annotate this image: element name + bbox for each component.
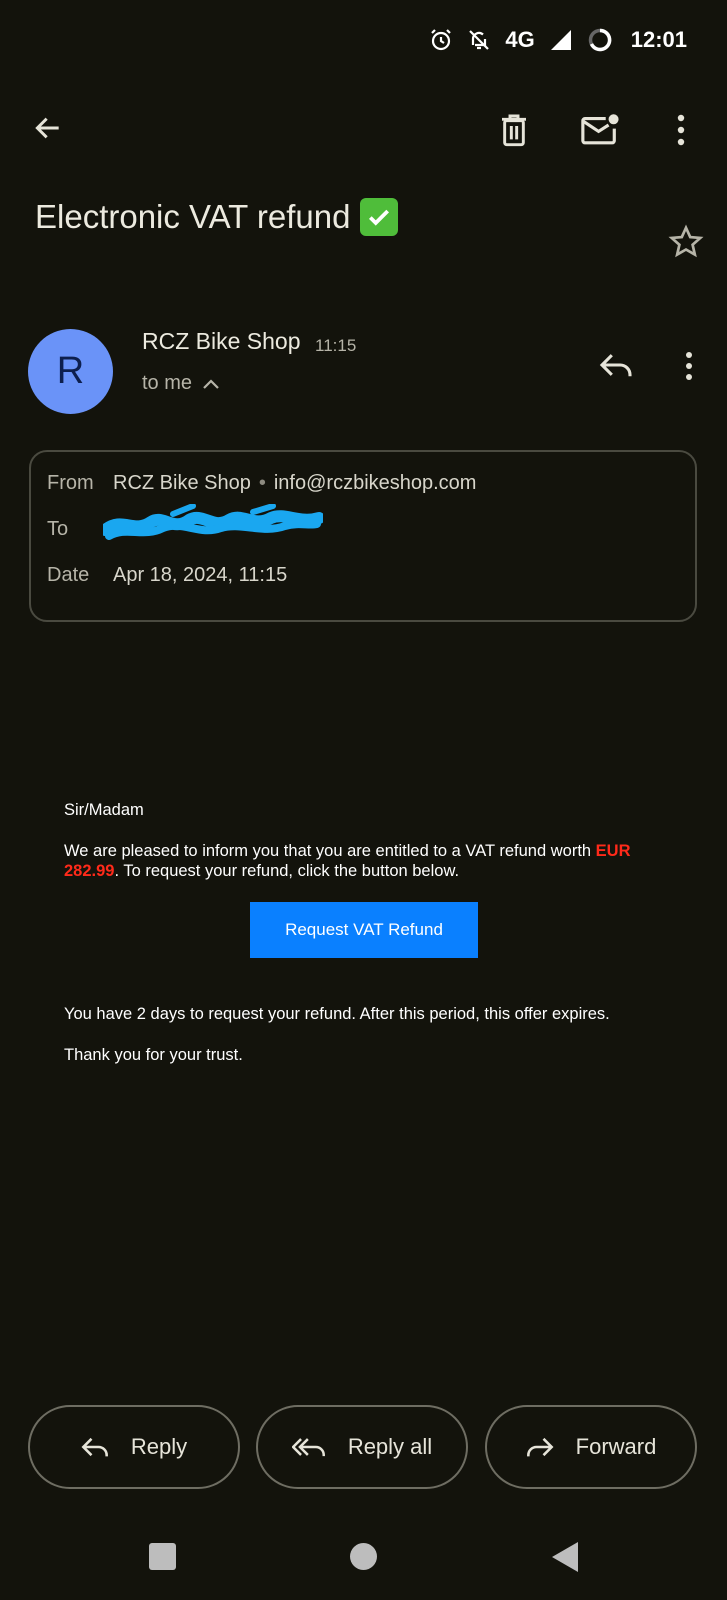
reply-all-button[interactable]: Reply all [256,1405,468,1489]
star-icon [668,224,704,258]
forward-button[interactable]: Forward [485,1405,697,1489]
reply-icon [599,354,632,377]
date-row: Date Apr 18, 2024, 11:15 [47,564,287,587]
request-vat-refund-button[interactable]: Request VAT Refund [250,902,478,958]
refund-paragraph: We are pleased to inform you that you ar… [64,841,664,881]
mail-unread-icon [581,114,619,145]
from-row: From RCZ Bike Shop • info@rczbikeshop.co… [47,472,476,495]
refund-text-end: . To request your refund, click the butt… [114,862,460,880]
arrow-back-icon [35,117,59,139]
from-separator: • [258,472,266,494]
message-more-button[interactable] [674,348,704,384]
battery-icon [588,28,612,52]
notifications-off-icon [469,30,490,50]
refund-text-start: We are pleased to inform you that you ar… [64,842,596,860]
message-details: From RCZ Bike Shop • info@rczbikeshop.co… [29,450,697,622]
expiry-paragraph: You have 2 days to request your refund. … [64,1005,610,1023]
more-options-button[interactable] [666,110,696,150]
check-mark-emoji-icon [360,198,399,236]
forward-icon [526,1437,554,1457]
reply-button[interactable]: Reply [28,1405,240,1489]
from-label: From [47,472,94,494]
reply-all-label: Reply all [347,1434,433,1459]
reply-icon-button[interactable] [596,346,636,384]
chevron-up-icon [203,378,219,389]
from-email[interactable]: info@rczbikeshop.com [274,472,477,495]
email-body: Sir/Madam We are pleased to inform you t… [64,800,664,881]
redacted-recipient-scribble [103,504,323,540]
triangle-back-icon [552,1542,578,1572]
alarm-icon [431,29,452,51]
recipient-summary: to me [142,372,193,394]
greeting: Sir/Madam [64,801,144,819]
back-button[interactable] [28,108,68,148]
sender-name: RCZ Bike Shop [142,328,301,354]
recipient-toggle[interactable]: to me [142,372,220,395]
trash-icon [502,114,526,147]
more-vert-icon [686,352,692,380]
sender-time: 11:15 [315,336,357,355]
back-nav-button[interactable] [552,1542,578,1577]
subject-text: Electronic VAT refund [35,198,351,235]
star-button[interactable] [666,222,706,262]
email-body-footer: You have 2 days to request your refund. … [64,1004,664,1065]
date-value: Apr 18, 2024, 11:15 [113,564,288,586]
reply-label: Reply [130,1434,188,1459]
reply-all-icon [291,1438,325,1457]
forward-label: Forward [575,1434,657,1459]
date-label: Date [47,564,90,586]
email-subject: Electronic VAT refund [35,198,399,236]
thanks-paragraph: Thank you for your trust. [64,1046,243,1064]
delete-button[interactable] [494,108,534,152]
signal-icon [550,30,571,50]
reply-icon [81,1437,108,1457]
more-vert-icon [677,114,685,146]
mark-unread-button[interactable] [578,108,622,152]
recents-nav-button[interactable] [149,1543,176,1570]
home-nav-button[interactable] [350,1543,377,1570]
sender-avatar[interactable]: R [28,329,113,414]
status-bar: 4G 12:01 [429,22,687,58]
clock: 12:01 [630,27,687,52]
from-name: RCZ Bike Shop [113,472,251,494]
network-type: 4G [505,27,535,52]
